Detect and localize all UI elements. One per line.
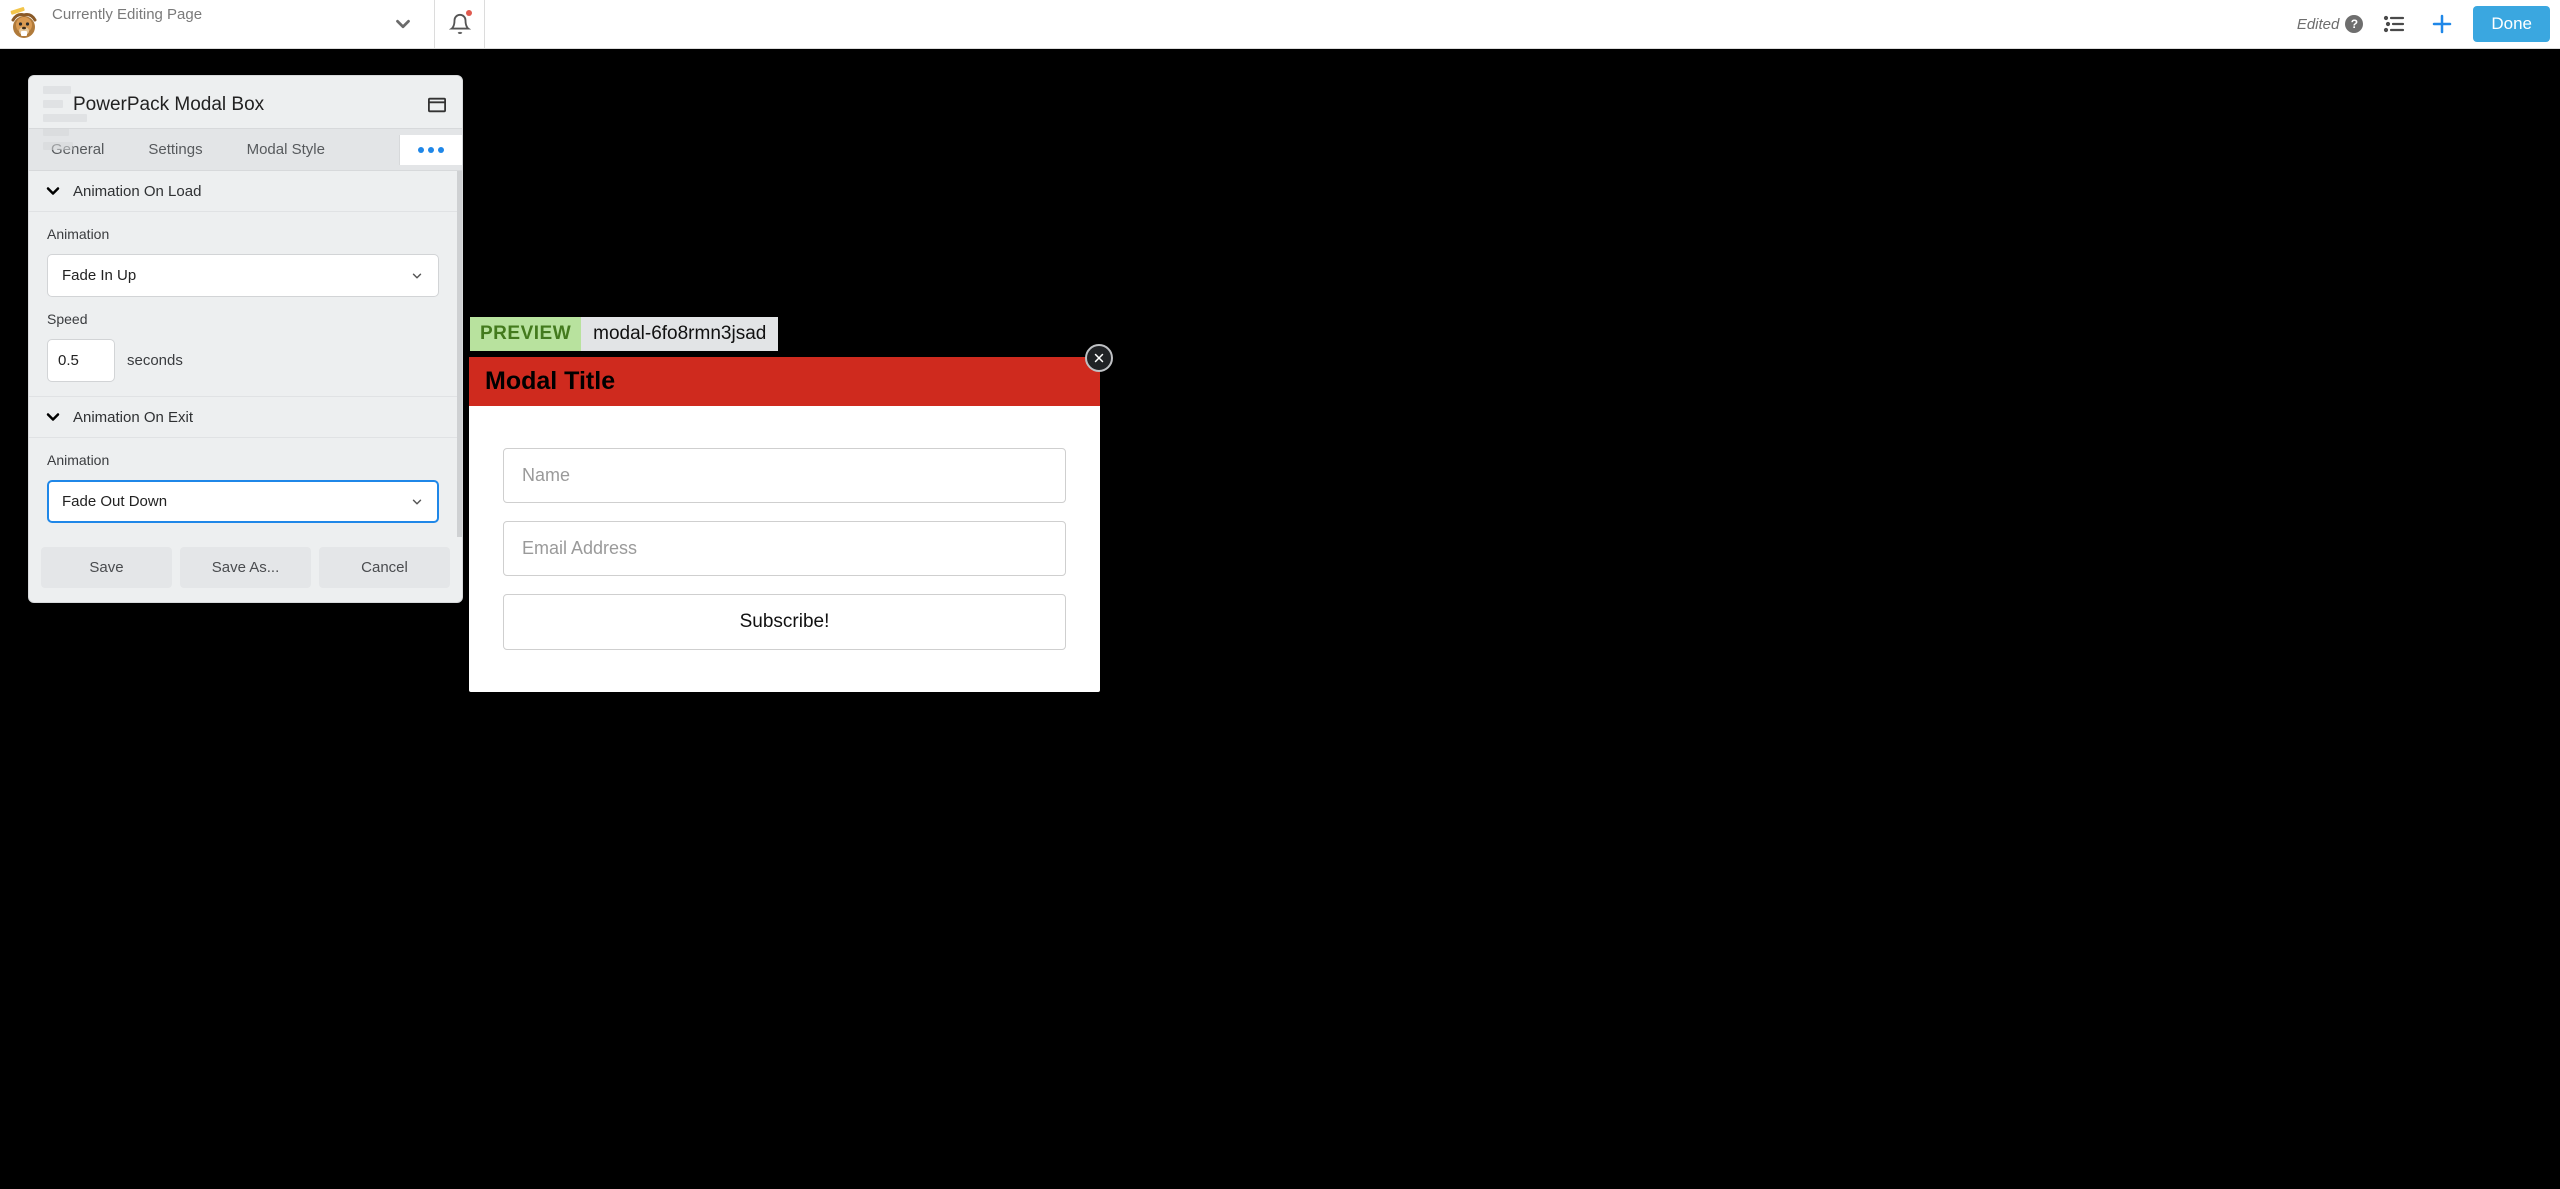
done-button[interactable]: Done — [2473, 6, 2550, 42]
select-value: Fade Out Down — [62, 493, 167, 510]
section-title: Animation On Exit — [73, 409, 193, 426]
help-icon[interactable]: ? — [2345, 15, 2363, 33]
field-label: Animation — [47, 452, 439, 468]
chevron-down-icon — [410, 495, 424, 509]
more-dots-icon — [418, 147, 444, 153]
panel-body: Animation On Load Animation Fade In Up S… — [29, 171, 462, 537]
modal-close-button[interactable] — [1085, 344, 1113, 372]
add-button[interactable] — [2425, 7, 2459, 41]
settings-panel: PowerPack Modal Box General Settings Mod… — [28, 75, 463, 603]
outline-list-icon[interactable] — [2377, 7, 2411, 41]
panel-drag-handle-icon[interactable] — [43, 86, 87, 150]
save-button[interactable]: Save — [41, 547, 172, 588]
field-label: Speed — [47, 311, 439, 327]
field-exit-animation: Animation Fade Out Down — [29, 438, 457, 537]
save-as-button[interactable]: Save As... — [180, 547, 311, 588]
chevron-down-icon — [43, 407, 63, 427]
animation-select[interactable]: Fade In Up — [47, 254, 439, 297]
section-title: Animation On Load — [73, 183, 201, 200]
field-load-speed: Speed seconds — [29, 311, 457, 396]
chevron-down-icon — [43, 181, 63, 201]
speed-unit: seconds — [127, 352, 183, 369]
preview-badge: PREVIEW — [470, 317, 581, 351]
subscribe-button[interactable]: Subscribe! — [503, 594, 1066, 650]
topbar-right: Edited ? Done — [2287, 0, 2560, 48]
preview-id: modal-6fo8rmn3jsad — [581, 317, 778, 351]
tab-settings[interactable]: Settings — [126, 129, 224, 170]
modal-preview: Modal Title Subscribe! — [469, 357, 1100, 692]
chevron-down-icon — [410, 269, 424, 283]
chevron-down-icon[interactable] — [382, 13, 424, 35]
modal-body: Subscribe! — [469, 406, 1100, 692]
field-label: Animation — [47, 226, 439, 242]
cancel-button[interactable]: Cancel — [319, 547, 450, 588]
select-value: Fade In Up — [62, 267, 136, 284]
notification-dot-icon — [466, 10, 472, 16]
panel-tabs: General Settings Modal Style — [29, 128, 462, 171]
edited-label-text: Edited — [2297, 16, 2340, 33]
tab-modal-style[interactable]: Modal Style — [225, 129, 347, 170]
notifications-button[interactable] — [435, 0, 485, 48]
field-load-animation: Animation Fade In Up — [29, 212, 457, 311]
page-title: Currently Editing Page — [52, 0, 382, 23]
edited-status: Edited ? — [2297, 15, 2364, 33]
panel-header: PowerPack Modal Box — [29, 76, 462, 128]
app-logo-icon[interactable] — [6, 6, 42, 42]
expand-window-icon[interactable] — [428, 97, 446, 113]
modal-title: Modal Title — [469, 357, 1100, 406]
email-input[interactable] — [503, 521, 1066, 576]
section-animation-on-load[interactable]: Animation On Load — [29, 171, 457, 212]
speed-input[interactable] — [47, 339, 115, 382]
panel-title: PowerPack Modal Box — [73, 94, 264, 116]
topbar-left: Currently Editing Page — [0, 0, 435, 48]
name-input[interactable] — [503, 448, 1066, 503]
exit-animation-select[interactable]: Fade Out Down — [47, 480, 439, 523]
section-animation-on-exit[interactable]: Animation On Exit — [29, 396, 457, 438]
panel-footer: Save Save As... Cancel — [29, 537, 462, 602]
topbar: Currently Editing Page Edited ? Done — [0, 0, 2560, 49]
tab-overflow-button[interactable] — [399, 135, 462, 165]
preview-tag: PREVIEW modal-6fo8rmn3jsad — [470, 317, 778, 351]
